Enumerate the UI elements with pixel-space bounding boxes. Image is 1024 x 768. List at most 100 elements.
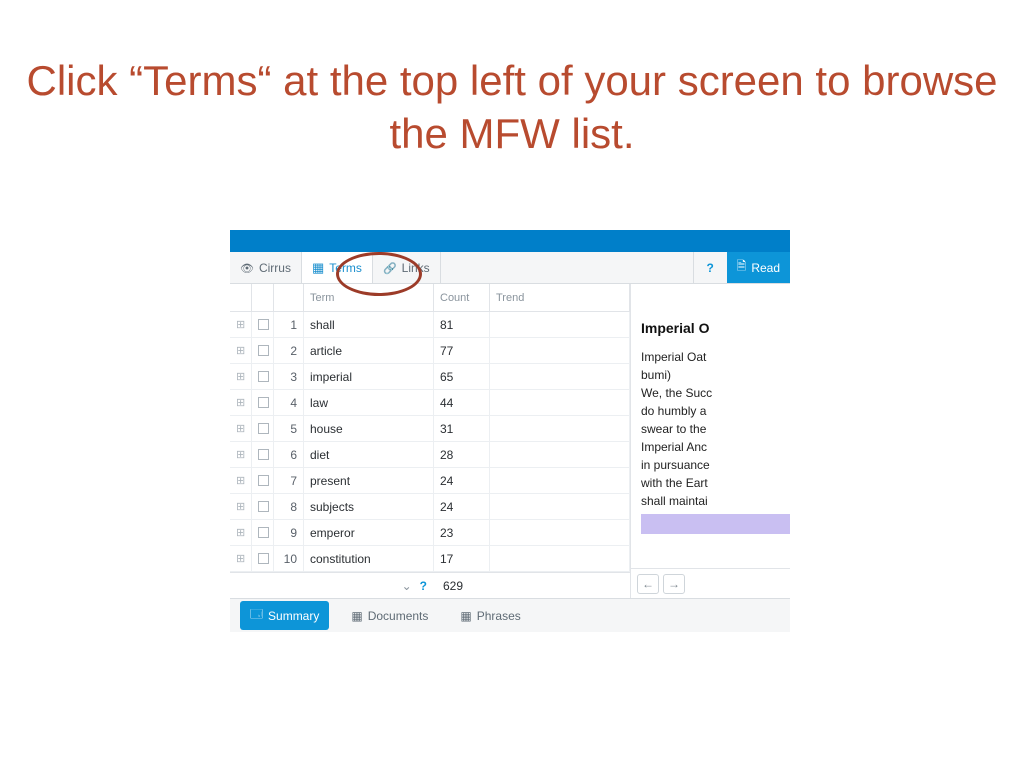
tab-documents[interactable]: Documents: [341, 605, 438, 627]
row-term: article: [304, 338, 434, 363]
footer-total: 629: [435, 579, 463, 593]
expand-icon[interactable]: [230, 520, 252, 545]
row-count: 23: [434, 520, 490, 545]
row-checkbox[interactable]: [252, 468, 274, 493]
row-checkbox[interactable]: [252, 520, 274, 545]
row-count: 77: [434, 338, 490, 363]
row-rank: 1: [274, 312, 304, 337]
tab-cirrus-label: Cirrus: [259, 261, 291, 275]
expand-icon[interactable]: [230, 494, 252, 519]
reader-body: Imperial Oatbumi)We, the Succdo humbly a…: [641, 348, 790, 534]
tab-terms[interactable]: Terms: [302, 252, 373, 283]
expand-icon[interactable]: [230, 546, 252, 571]
row-term: emperor: [304, 520, 434, 545]
table-row[interactable]: 2article77: [230, 338, 630, 364]
row-term: law: [304, 390, 434, 415]
row-rank: 6: [274, 442, 304, 467]
row-term: present: [304, 468, 434, 493]
tab-terms-label: Terms: [329, 261, 362, 275]
table-row[interactable]: 7present24: [230, 468, 630, 494]
row-trend: [490, 416, 630, 441]
row-count: 81: [434, 312, 490, 337]
expand-icon[interactable]: [230, 390, 252, 415]
reader-line: We, the Succ: [641, 384, 790, 402]
table-footer: ? 629: [230, 572, 630, 598]
next-button[interactable]: →: [663, 574, 685, 594]
tab-summary-label: Summary: [268, 609, 319, 623]
expand-icon[interactable]: [230, 338, 252, 363]
table-row[interactable]: 9emperor23: [230, 520, 630, 546]
bottom-tab-bar: Summary Documents Phrases: [230, 598, 790, 632]
reader-line: Imperial Anc: [641, 438, 790, 456]
chevron-down-icon[interactable]: [402, 579, 412, 593]
col-count[interactable]: Count: [434, 284, 490, 311]
row-count: 31: [434, 416, 490, 441]
table-row[interactable]: 6diet28: [230, 442, 630, 468]
document-icon: [737, 257, 747, 278]
prev-button[interactable]: ←: [637, 574, 659, 594]
tab-phrases[interactable]: Phrases: [450, 605, 530, 627]
reader-line: bumi): [641, 366, 790, 384]
help-button[interactable]: ?: [693, 252, 727, 283]
row-trend: [490, 312, 630, 337]
top-tab-bar: Cirrus Terms Links ? Read: [230, 252, 790, 284]
expand-icon[interactable]: [230, 468, 252, 493]
grid-icon: [460, 609, 471, 623]
row-term: diet: [304, 442, 434, 467]
row-checkbox[interactable]: [252, 338, 274, 363]
col-term[interactable]: Term: [304, 284, 434, 311]
col-trend[interactable]: Trend: [490, 284, 630, 311]
tab-cirrus[interactable]: Cirrus: [230, 252, 302, 283]
reader-pane: Imperial O Imperial Oatbumi)We, the Succ…: [630, 284, 790, 598]
row-trend: [490, 546, 630, 571]
reader-line: do humbly a: [641, 402, 790, 420]
table-row[interactable]: 1shall81: [230, 312, 630, 338]
table-row[interactable]: 10constitution17: [230, 546, 630, 572]
row-checkbox[interactable]: [252, 364, 274, 389]
reader-line: in pursuance: [641, 456, 790, 474]
link-icon: [383, 260, 397, 275]
expand-icon[interactable]: [230, 364, 252, 389]
expand-icon[interactable]: [230, 312, 252, 337]
reader-button-label: Read: [751, 261, 780, 275]
row-checkbox[interactable]: [252, 546, 274, 571]
table-row[interactable]: 5house31: [230, 416, 630, 442]
row-trend: [490, 338, 630, 363]
row-checkbox[interactable]: [252, 390, 274, 415]
row-term: constitution: [304, 546, 434, 571]
reader-pager: ← →: [631, 568, 790, 598]
row-count: 24: [434, 494, 490, 519]
row-checkbox[interactable]: [252, 442, 274, 467]
table-row[interactable]: 3imperial65: [230, 364, 630, 390]
expand-icon[interactable]: [230, 442, 252, 467]
reader-button[interactable]: Read: [727, 252, 790, 283]
row-trend: [490, 364, 630, 389]
tab-documents-label: Documents: [368, 609, 429, 623]
row-rank: 5: [274, 416, 304, 441]
card-icon: [250, 605, 263, 626]
screenshot-panel: Cirrus Terms Links ? Read: [230, 230, 790, 632]
row-rank: 3: [274, 364, 304, 389]
row-trend: [490, 520, 630, 545]
reader-highlight: [641, 514, 790, 534]
row-count: 24: [434, 468, 490, 493]
row-checkbox[interactable]: [252, 416, 274, 441]
row-checkbox[interactable]: [252, 312, 274, 337]
tab-summary[interactable]: Summary: [240, 601, 329, 630]
row-trend: [490, 442, 630, 467]
row-trend: [490, 468, 630, 493]
row-checkbox[interactable]: [252, 494, 274, 519]
row-rank: 8: [274, 494, 304, 519]
footer-help[interactable]: ?: [420, 579, 427, 593]
expand-icon[interactable]: [230, 416, 252, 441]
row-term: imperial: [304, 364, 434, 389]
terms-table: Term Count Trend 1shall812article773impe…: [230, 284, 630, 598]
table-row[interactable]: 8subjects24: [230, 494, 630, 520]
row-count: 28: [434, 442, 490, 467]
tab-links[interactable]: Links: [373, 252, 441, 283]
row-rank: 7: [274, 468, 304, 493]
row-term: house: [304, 416, 434, 441]
row-count: 17: [434, 546, 490, 571]
reader-line: shall maintai: [641, 492, 790, 510]
table-row[interactable]: 4law44: [230, 390, 630, 416]
